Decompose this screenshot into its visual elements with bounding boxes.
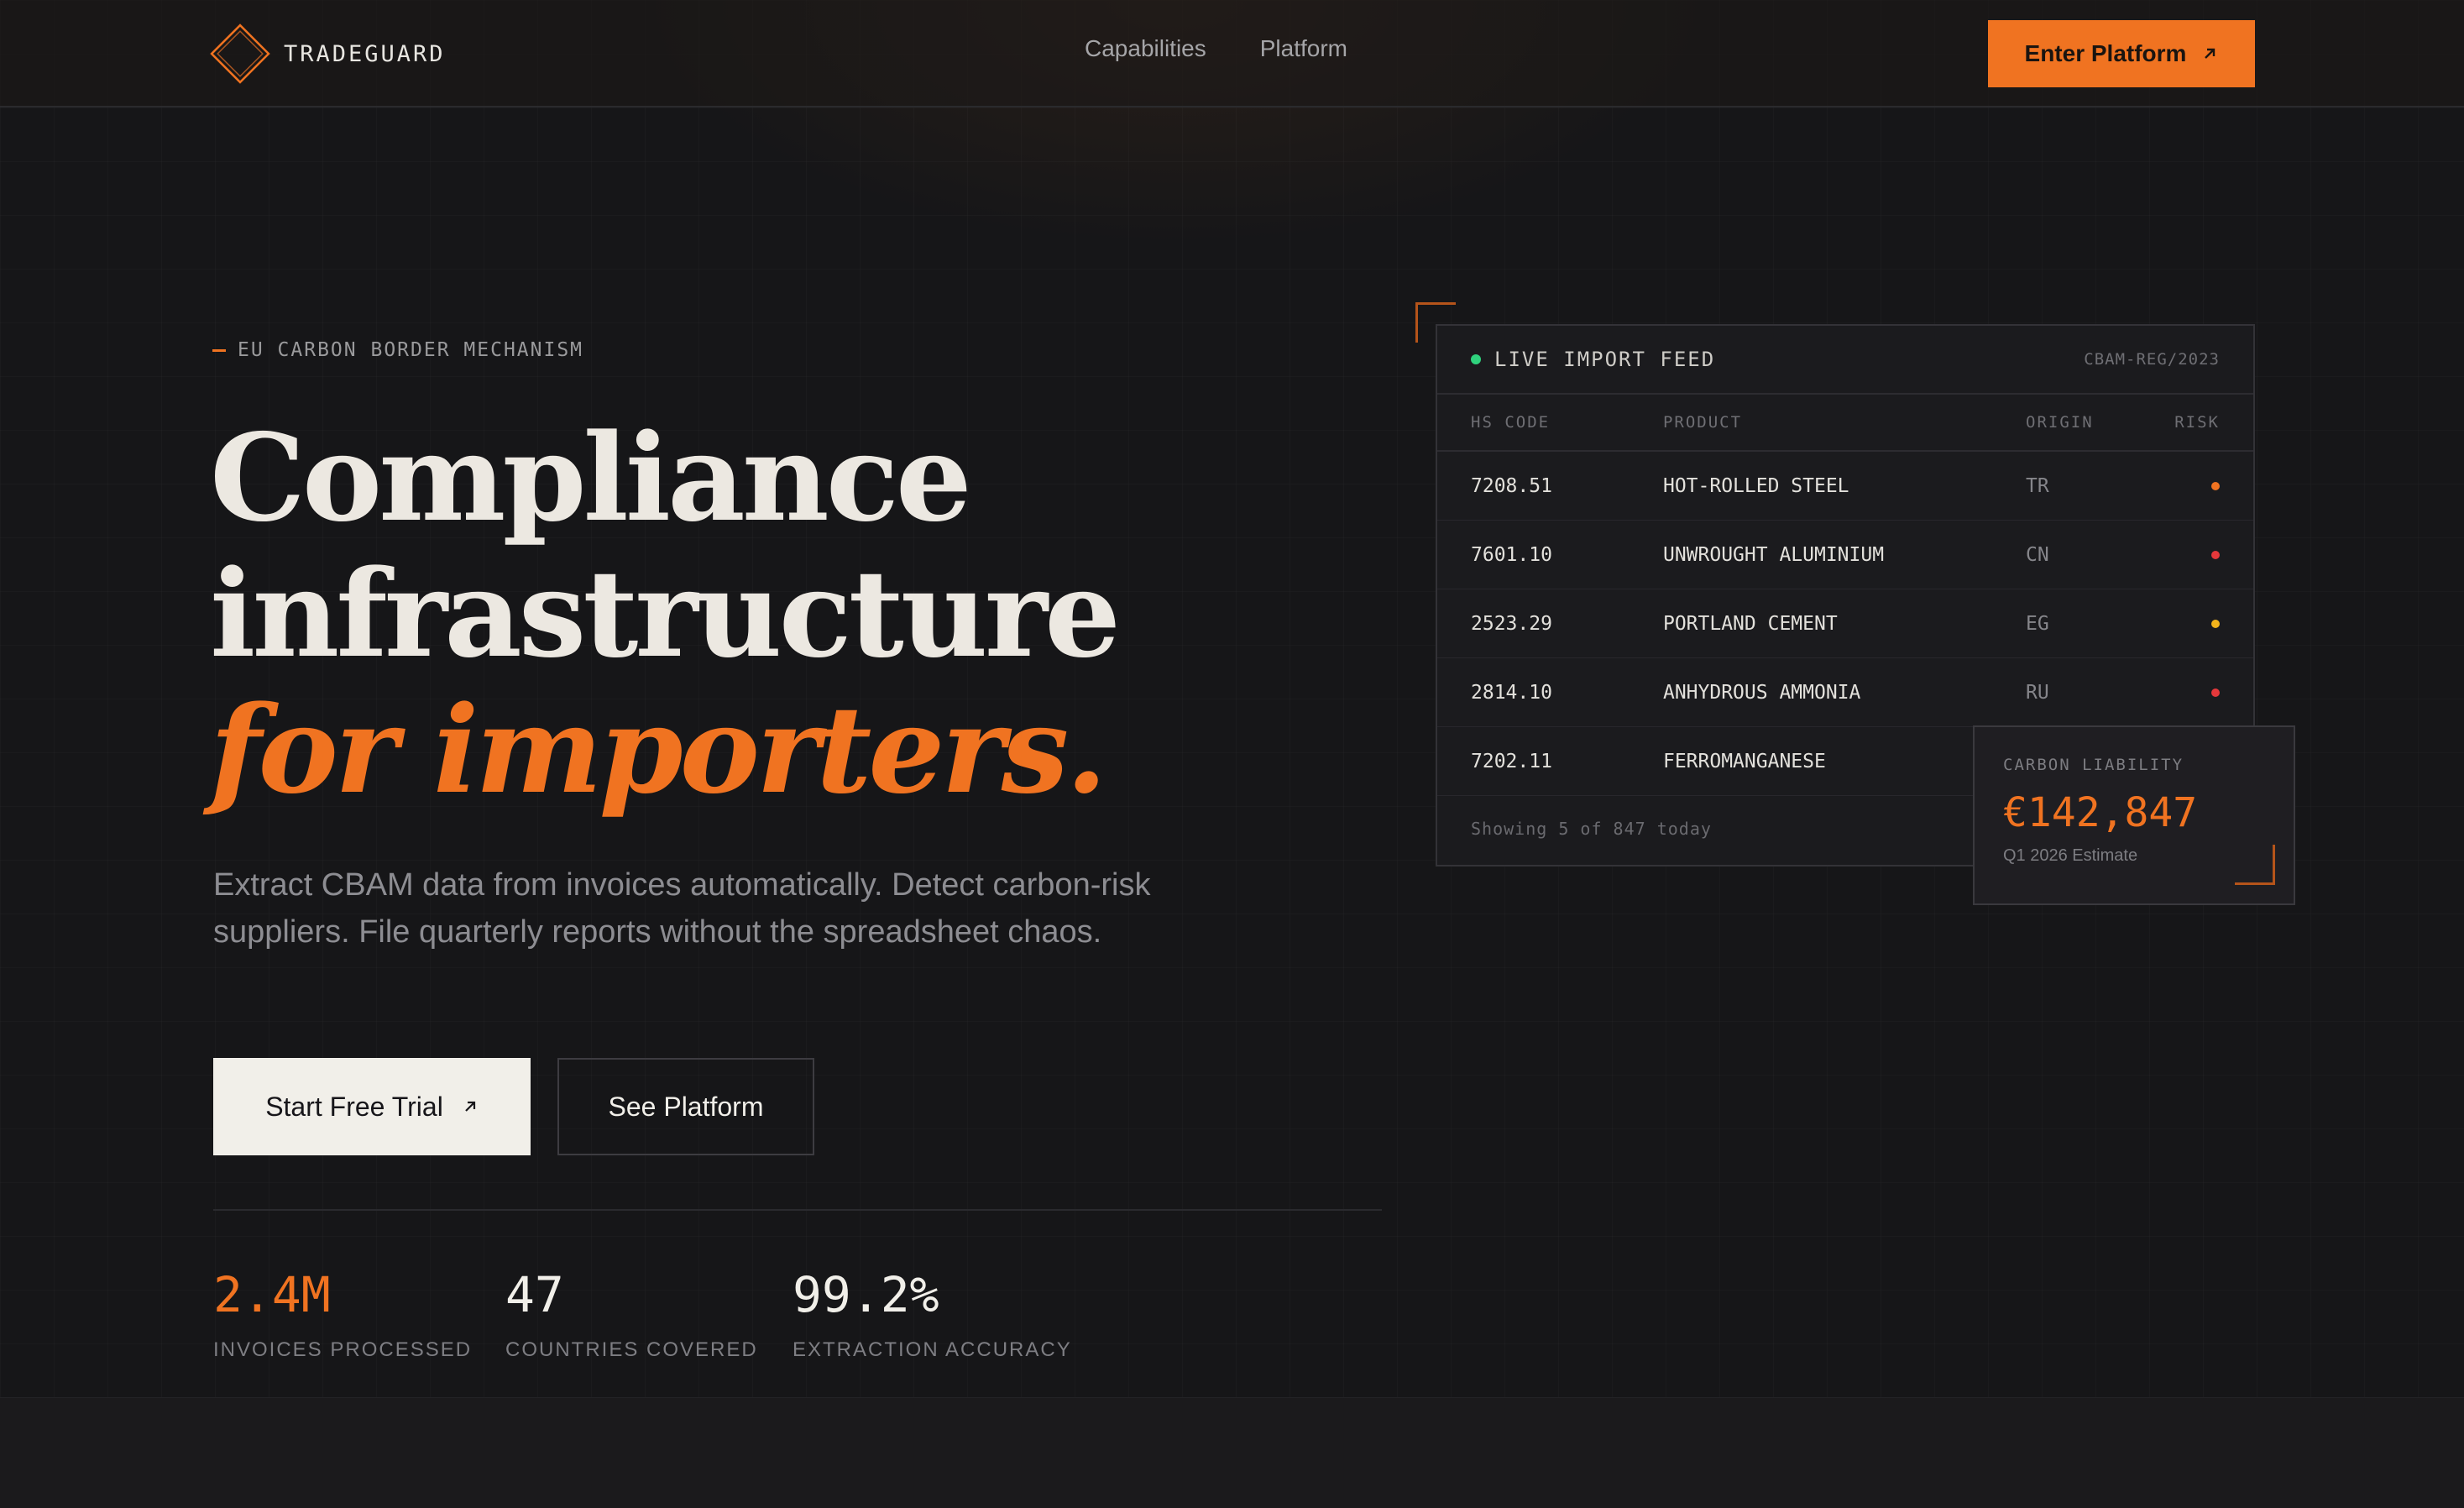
risk-dot-icon: [2211, 619, 2220, 628]
stat-label: INVOICES PROCESSED: [213, 1338, 473, 1361]
eyebrow-dash: [212, 348, 226, 352]
stat-accuracy: 99.2% EXTRACTION ACCURACY: [793, 1268, 1072, 1362]
cell-product: ANHYDROUS AMMONIA: [1662, 681, 1861, 704]
column-header-hs: HS CODE: [1471, 413, 1551, 432]
feed-column-headers: HS CODE PRODUCT ORIGIN RISK: [1437, 395, 2253, 452]
cell-hs-code: 2814.10: [1471, 681, 1552, 704]
cell-origin: EG: [2026, 612, 2049, 635]
top-nav: TRADEGUARD Capabilities Platform Enter P…: [0, 0, 2464, 107]
live-status-dot-icon: [1471, 354, 1481, 364]
cell-product: HOT-ROLLED STEEL: [1662, 474, 1849, 497]
risk-dot-icon: [2211, 550, 2220, 559]
nav-link-capabilities[interactable]: Capabilities: [1085, 35, 1206, 62]
cell-origin: CN: [2026, 543, 2049, 566]
column-header-risk: RISK: [2174, 413, 2220, 432]
table-row[interactable]: 2523.29 PORTLAND CEMENT EG: [1437, 589, 2253, 658]
nav-link-platform[interactable]: Platform: [1260, 35, 1347, 62]
cell-hs-code: 2523.29: [1471, 612, 1552, 635]
enter-platform-label: Enter Platform: [2024, 40, 2187, 66]
risk-dot-icon: [2211, 481, 2220, 490]
stats-divider: [213, 1209, 1382, 1211]
headline-line-2: infrastructure: [210, 543, 1121, 684]
headline-accent: for importers.: [210, 679, 1107, 820]
column-header-origin: ORIGIN: [2026, 413, 2094, 432]
liability-label: CARBON LIABILITY: [2003, 756, 2184, 774]
stat-label: COUNTRIES COVERED: [505, 1338, 758, 1361]
next-section-band: [0, 1397, 2464, 1508]
cell-risk: [2173, 550, 2220, 559]
feed-header: LIVE IMPORT FEED CBAM-REG/2023: [1437, 326, 2253, 395]
brand-name: TRADEGUARD: [284, 40, 446, 67]
liability-value: €142,847: [2003, 789, 2198, 836]
cell-product: UNWROUGHT ALUMINIUM: [1662, 543, 1885, 566]
arrow-up-right-icon: [2205, 48, 2216, 59]
cell-product: PORTLAND CEMENT: [1662, 612, 1838, 635]
headline-line-1: Compliance: [210, 407, 972, 548]
corner-bracket-bottom-right: [2235, 845, 2275, 885]
stat-value: 47: [505, 1266, 564, 1323]
hero-eyebrow: EU CARBON BORDER MECHANISM: [212, 339, 583, 361]
start-free-trial-button[interactable]: Start Free Trial: [213, 1058, 531, 1155]
enter-platform-button[interactable]: Enter Platform: [1988, 20, 2255, 87]
diamond-logo-icon: [201, 15, 279, 92]
cell-hs-code: 7208.51: [1471, 474, 1552, 497]
live-indicator: LIVE IMPORT FEED: [1471, 348, 1715, 371]
cell-risk: [2173, 688, 2220, 697]
cell-risk: [2173, 619, 2220, 628]
cell-origin: RU: [2026, 681, 2049, 704]
hero-headline: Compliance infrastructure for importers.: [210, 407, 1121, 820]
table-row[interactable]: 7601.10 UNWROUGHT ALUMINIUM CN: [1437, 521, 2253, 589]
cell-hs-code: 7202.11: [1471, 750, 1552, 772]
cell-hs-code: 7601.10: [1471, 543, 1552, 566]
risk-dot-icon: [2211, 688, 2220, 697]
eyebrow-text: EU CARBON BORDER MECHANISM: [238, 339, 584, 361]
table-row[interactable]: 2814.10 ANHYDROUS AMMONIA RU: [1437, 658, 2253, 727]
see-platform-button[interactable]: See Platform: [557, 1058, 814, 1155]
cell-product: FERROMANGANESE: [1662, 750, 1826, 772]
cell-risk: [2173, 481, 2220, 490]
feed-title: LIVE IMPORT FEED: [1494, 348, 1716, 371]
liability-sub: Q1 2026 Estimate: [2003, 846, 2138, 865]
nav-links: Capabilities Platform: [1085, 35, 1347, 62]
feed-reg-code: CBAM-REG/2023: [2084, 350, 2220, 369]
table-row[interactable]: 7208.51 HOT-ROLLED STEEL TR: [1437, 452, 2253, 521]
stat-label: EXTRACTION ACCURACY: [793, 1338, 1072, 1361]
stat-value: 2.4M: [213, 1266, 331, 1323]
brand-logo[interactable]: TRADEGUARD: [201, 15, 446, 92]
hero-subtitle: Extract CBAM data from invoices automati…: [213, 867, 1151, 950]
cell-origin: TR: [2026, 474, 2049, 497]
arrow-up-right-icon: [465, 1101, 475, 1112]
stat-value: 99.2%: [793, 1266, 939, 1323]
stat-countries: 47 COUNTRIES COVERED: [505, 1268, 758, 1362]
column-header-product: PRODUCT: [1662, 413, 1743, 432]
stat-invoices: 2.4M INVOICES PROCESSED: [213, 1268, 472, 1362]
start-free-trial-label: Start Free Trial: [265, 1091, 443, 1122]
